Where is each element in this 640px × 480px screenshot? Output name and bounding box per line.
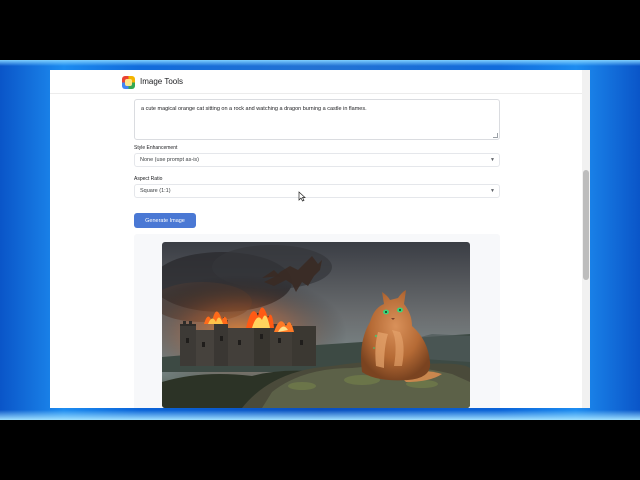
- letterbox-top: [0, 0, 640, 60]
- vertical-scrollbar[interactable]: [582, 70, 590, 408]
- image-tools-logo-icon[interactable]: [122, 76, 135, 89]
- desktop-glow-bottom: [0, 410, 640, 420]
- aspect-ratio-select[interactable]: Square (1:1) ▼: [134, 184, 500, 198]
- chevron-down-icon: ▼: [490, 157, 495, 163]
- desktop-background: Image Tools a cute magical orange cat si…: [0, 60, 640, 420]
- desktop-glow-top: [0, 60, 640, 66]
- aspect-ratio-label: Aspect Ratio: [134, 176, 163, 182]
- browser-window: Image Tools a cute magical orange cat si…: [50, 70, 590, 408]
- style-enhancement-label: Style Enhancement: [134, 145, 178, 151]
- resize-handle-icon[interactable]: [493, 133, 498, 138]
- result-card: [134, 234, 500, 408]
- app-header: Image Tools: [50, 70, 582, 94]
- prompt-textarea[interactable]: a cute magical orange cat sitting on a r…: [134, 99, 500, 140]
- letterbox-bottom: [0, 420, 640, 480]
- chevron-down-icon: ▼: [490, 188, 495, 194]
- mouse-cursor-icon: [298, 191, 306, 202]
- scrollbar-thumb[interactable]: [583, 170, 589, 280]
- style-enhancement-select[interactable]: None (use prompt as-is) ▼: [134, 153, 500, 167]
- main-content: a cute magical orange cat sitting on a r…: [126, 94, 512, 408]
- aspect-ratio-value: Square (1:1): [140, 188, 171, 194]
- generated-image: [162, 242, 470, 408]
- prompt-text: a cute magical orange cat sitting on a r…: [141, 106, 367, 112]
- generate-image-button[interactable]: Generate Image: [134, 213, 196, 228]
- style-enhancement-value: None (use prompt as-is): [140, 157, 199, 163]
- app-title: Image Tools: [140, 77, 183, 86]
